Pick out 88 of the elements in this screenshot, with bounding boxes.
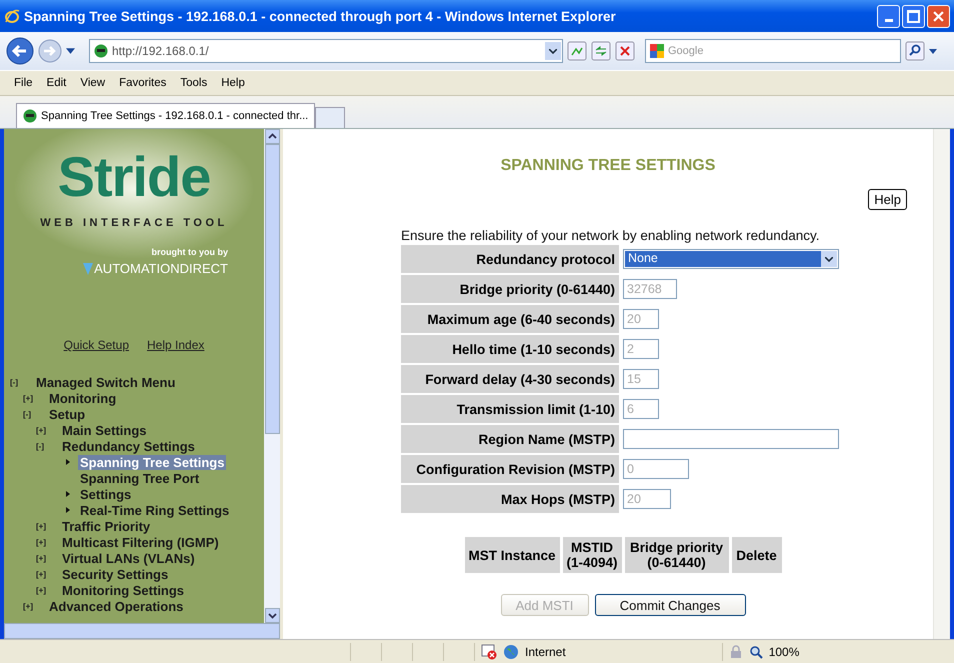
- page-heading: SPANNING TREE SETTINGS: [500, 157, 716, 175]
- field-label: Transmission limit (1-10): [401, 395, 619, 423]
- horizontal-scrollbar[interactable]: [4, 623, 280, 639]
- blocked-icon: [481, 644, 497, 660]
- site-icon: [94, 44, 108, 58]
- tree-toggle[interactable]: [+]: [36, 586, 60, 594]
- browser-tab[interactable]: Spanning Tree Settings - 192.168.0.1 - connected thr...: [16, 103, 316, 128]
- scroll-thumb[interactable]: [264, 144, 280, 434]
- field-label: Hello time (1-10 seconds): [401, 335, 619, 363]
- menu-item[interactable]: File: [8, 75, 39, 91]
- chevron-down-icon: [825, 256, 833, 262]
- zoom-level[interactable]: 100%: [768, 644, 800, 658]
- tree-item[interactable]: Setup: [47, 406, 88, 422]
- company-logo-text: AUTOMATIONDIRECT: [94, 261, 228, 276]
- menu-item[interactable]: Favorites: [113, 75, 172, 91]
- tree-toggle[interactable]: [+]: [36, 538, 60, 546]
- tree-toggle[interactable]: [+]: [23, 394, 47, 402]
- nav-link[interactable]: Help Index: [147, 338, 204, 352]
- tree-item[interactable]: Monitoring Settings: [60, 582, 186, 598]
- tree-item[interactable]: Real-Time Ring Settings: [78, 502, 232, 518]
- tree-item[interactable]: Monitoring: [47, 390, 118, 406]
- field-label: Bridge priority (0-61440): [401, 275, 619, 303]
- tree-toggle[interactable]: [+]: [23, 602, 47, 610]
- menu-item[interactable]: Tools: [174, 75, 214, 91]
- tree-item[interactable]: Security Settings: [60, 566, 170, 582]
- search-icon[interactable]: [905, 41, 925, 61]
- field-label: Maximum age (6-40 seconds): [401, 305, 619, 333]
- compatibility-icon[interactable]: [567, 41, 587, 61]
- tree-toggle[interactable]: [+]: [36, 570, 60, 578]
- tree-toggle[interactable]: [-]: [23, 410, 47, 418]
- tree-toggle[interactable]: [-]: [10, 378, 34, 386]
- intro-text: Ensure the reliability of your network by enabling network redundancy.: [401, 228, 820, 243]
- scroll-up-icon[interactable]: [264, 129, 280, 144]
- site-icon: [23, 109, 37, 123]
- tree-item[interactable]: Settings: [78, 486, 134, 502]
- browser-logo-icon: [4, 8, 20, 24]
- tree-toggle[interactable]: [+]: [36, 426, 60, 434]
- logo-wordmark: Stride: [58, 144, 210, 210]
- stop-icon[interactable]: [615, 41, 635, 61]
- tree-item[interactable]: Virtual LANs (VLANs): [60, 550, 197, 566]
- action-button[interactable]: Commit Changes: [594, 594, 746, 616]
- tree-item[interactable]: Spanning Tree Port: [78, 470, 202, 486]
- chevron-down-icon: [549, 48, 557, 54]
- input-field[interactable]: [623, 429, 839, 449]
- tree-item[interactable]: Multicast Filtering (IGMP): [60, 534, 221, 550]
- tree-item[interactable]: Advanced Operations: [47, 598, 186, 614]
- field-label: Region Name (MSTP): [401, 425, 619, 453]
- tree-item[interactable]: Redundancy Settings: [60, 438, 197, 454]
- minimize-button[interactable]: [877, 4, 900, 28]
- protocol-select[interactable]: None: [623, 249, 839, 269]
- close-button[interactable]: [927, 4, 950, 28]
- tree-item[interactable]: Managed Switch Menu: [34, 374, 178, 390]
- field-label: Max Hops (MSTP): [401, 485, 619, 513]
- window-title: Spanning Tree Settings - 192.168.0.1 - connected through port 4 - Windows Internet Explorer: [24, 8, 616, 24]
- tree-toggle[interactable]: [+]: [36, 554, 60, 562]
- tree-toggle[interactable]: [-]: [36, 442, 60, 450]
- field-label: Configuration Revision (MSTP): [401, 455, 619, 483]
- triangle-icon: [83, 262, 94, 274]
- menu-item[interactable]: View: [74, 75, 112, 91]
- credit-text: brought to you by: [152, 247, 228, 257]
- tree-item[interactable]: Traffic Priority: [60, 518, 152, 534]
- menu-item[interactable]: Edit: [40, 75, 72, 91]
- column-header: MSTID (1-4094): [562, 537, 622, 573]
- security-zone: Internet: [525, 644, 566, 658]
- column-header: Bridge priority (0-61440): [624, 537, 728, 573]
- refresh-icon[interactable]: [591, 41, 611, 61]
- magnifier-icon[interactable]: [748, 644, 763, 658]
- column-header: Delete: [732, 537, 782, 573]
- menu-item[interactable]: Help: [215, 75, 251, 91]
- help-button[interactable]: Help: [868, 189, 907, 210]
- maximize-button[interactable]: [902, 4, 925, 28]
- tree-item[interactable]: Main Settings: [60, 422, 149, 438]
- field-label: Forward delay (4-30 seconds): [401, 365, 619, 393]
- column-header: MST Instance: [464, 537, 560, 573]
- globe-icon: [503, 644, 519, 660]
- address-field[interactable]: http://192.168.0.1/: [89, 39, 563, 63]
- tree-toggle[interactable]: [+]: [36, 522, 60, 530]
- search-provider-icon: [650, 44, 664, 58]
- dropdown-icon[interactable]: [66, 48, 75, 54]
- close-icon: [933, 10, 944, 22]
- field-label: Redundancy protocol: [401, 245, 619, 273]
- back-button[interactable]: [6, 37, 34, 65]
- dropdown-icon[interactable]: [929, 48, 937, 54]
- logo-tagline: WEB INTERFACE TOOL: [40, 217, 228, 229]
- scroll-down-icon[interactable]: [264, 608, 280, 623]
- new-tab-button[interactable]: [315, 107, 346, 128]
- tree-item[interactable]: Spanning Tree Settings: [78, 454, 226, 470]
- nav-link[interactable]: Quick Setup: [64, 338, 129, 352]
